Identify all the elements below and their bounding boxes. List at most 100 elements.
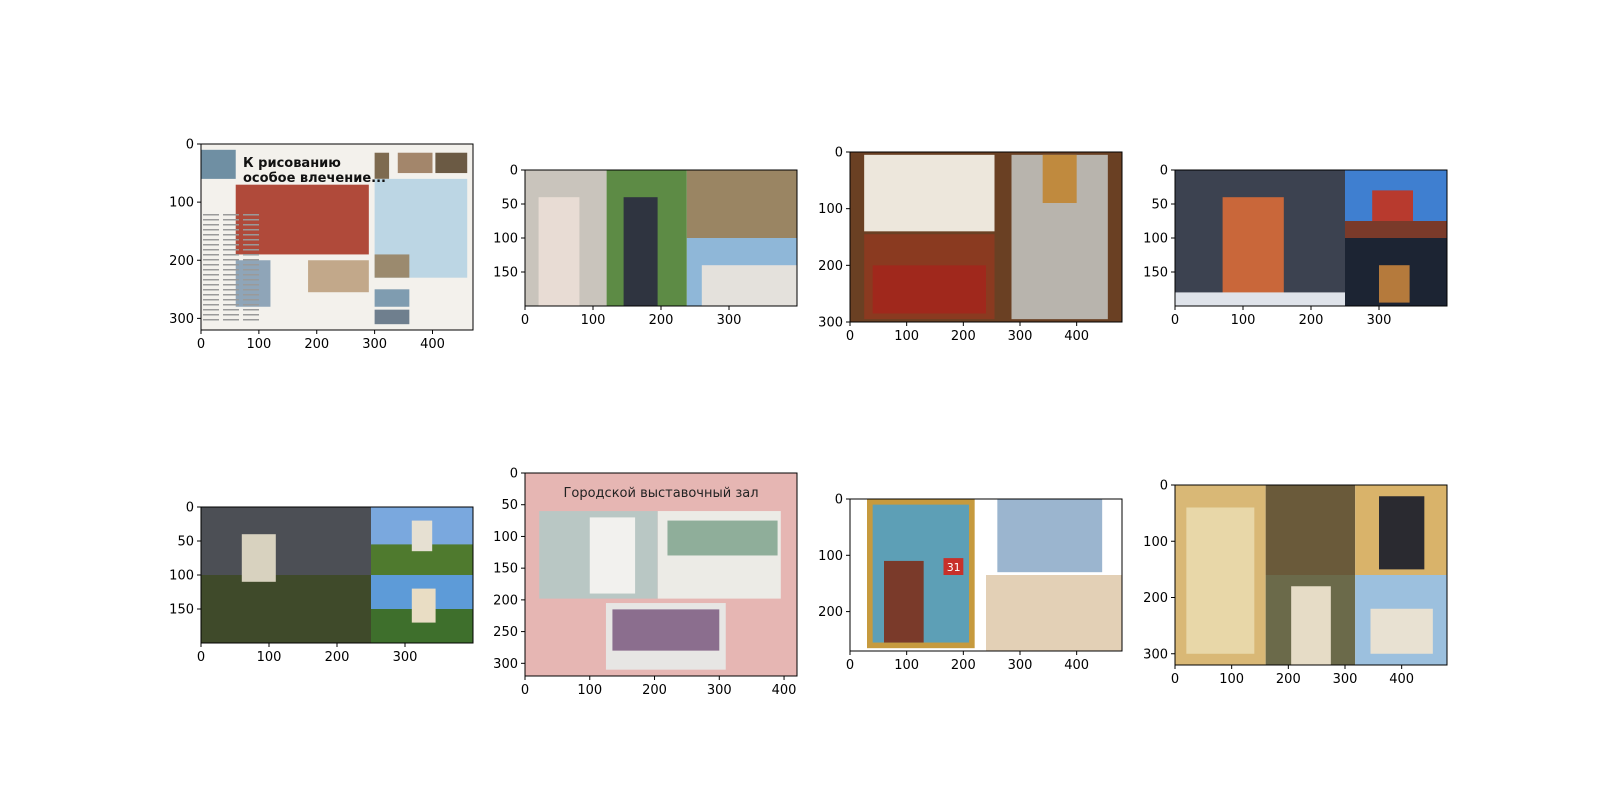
y-tick-label: 50 [177, 535, 194, 550]
x-tick-label: 0 [521, 683, 529, 698]
image-region-photo [374, 309, 410, 325]
y-tick-label: 250 [493, 625, 518, 640]
text-line [223, 219, 239, 221]
text-line [243, 259, 259, 261]
y-tick-label: 150 [1143, 266, 1168, 281]
x-tick-label: 400 [1064, 329, 1089, 344]
subplot-2: 0 100 200 300 0 50 100 150 [493, 164, 798, 328]
y-tick-label: 100 [818, 202, 843, 217]
text-line [223, 284, 239, 286]
image-region-photo [1222, 197, 1284, 303]
y-tick-label: 0 [186, 501, 194, 516]
image-region-card [986, 575, 1122, 651]
y-tick-label: 150 [169, 603, 194, 618]
y-tick-label: 300 [818, 316, 843, 331]
text-line [243, 249, 259, 251]
image-region-photo [201, 575, 371, 643]
text-line [243, 224, 259, 226]
image-caption: Городской выставочный зал [563, 486, 758, 501]
y-tick-label: 100 [493, 530, 518, 545]
image-region-photo [667, 520, 778, 556]
subplot-image [850, 152, 1122, 322]
text-line [243, 229, 259, 231]
x-tick-label: 0 [521, 313, 529, 328]
x-tick-label: 100 [257, 650, 282, 665]
x-tick-label: 400 [420, 337, 445, 352]
subplot-7: 31 0 100 200 300 400 0 100 200 [818, 493, 1123, 673]
text-line [203, 254, 219, 256]
x-tick-label: 0 [846, 329, 854, 344]
text-line [243, 284, 259, 286]
x-tick-label: 400 [1389, 672, 1414, 687]
text-line [223, 214, 239, 216]
image-region-card [997, 499, 1103, 573]
x-tick-label: 0 [1171, 672, 1179, 687]
y-tick-label: 0 [186, 138, 194, 153]
y-tick-label: 200 [169, 254, 194, 269]
y-tick-label: 100 [818, 549, 843, 564]
text-line [203, 214, 219, 216]
text-line [223, 279, 239, 281]
y-tick-label: 50 [501, 498, 518, 513]
text-line [203, 244, 219, 246]
x-tick-label: 100 [581, 313, 606, 328]
y-tick-label: 150 [493, 266, 518, 281]
x-tick-label: 100 [1231, 313, 1256, 328]
text-line [223, 299, 239, 301]
text-line [203, 229, 219, 231]
x-tick-label: 300 [707, 683, 732, 698]
y-tick-label: 100 [493, 232, 518, 247]
text-line [203, 269, 219, 271]
image-region-photo [864, 154, 995, 232]
text-line [203, 314, 219, 316]
text-line [223, 269, 239, 271]
image-region-photo [308, 260, 369, 293]
text-line [243, 279, 259, 281]
x-tick-label: 300 [1333, 672, 1358, 687]
text-line [223, 249, 239, 251]
text-line [223, 259, 239, 261]
x-tick-label: 100 [894, 329, 919, 344]
text-line [223, 294, 239, 296]
x-tick-label: 200 [642, 683, 667, 698]
subplot-image [1175, 170, 1447, 306]
x-tick-label: 300 [393, 650, 418, 665]
image-region-photo [1186, 507, 1255, 654]
text-line [223, 224, 239, 226]
text-line [243, 234, 259, 236]
image-region-photo [612, 609, 720, 651]
text-line [223, 239, 239, 241]
x-tick-label: 200 [951, 658, 976, 673]
image-region-photo [589, 517, 636, 594]
text-line [243, 264, 259, 266]
image-region-photo [1265, 485, 1356, 575]
subplot-image [525, 170, 797, 306]
text-line [203, 259, 219, 261]
subplot-8: 0 100 200 300 400 0 100 200 300 [1143, 479, 1448, 687]
subplot-6: Городской выставочный зал 0 100 200 300 400 0 5… [493, 467, 798, 698]
text-line [243, 319, 259, 321]
text-line [203, 224, 219, 226]
image-region-photo [374, 254, 410, 278]
x-tick-label: 0 [1171, 313, 1179, 328]
subplot-4: 0 100 200 300 0 50 100 150 [1143, 164, 1448, 328]
x-tick-label: 300 [1008, 329, 1033, 344]
text-line [223, 274, 239, 276]
text-line [223, 254, 239, 256]
text-line [203, 294, 219, 296]
text-line [223, 309, 239, 311]
text-line [243, 244, 259, 246]
x-tick-label: 0 [846, 658, 854, 673]
image-region-photo [435, 152, 468, 174]
image-region-photo [1345, 221, 1447, 238]
y-tick-label: 100 [169, 569, 194, 584]
text-line [203, 249, 219, 251]
text-line [223, 229, 239, 231]
y-tick-label: 150 [493, 562, 518, 577]
image-region-photo [623, 197, 658, 306]
image-region-photo [538, 197, 580, 306]
x-tick-label: 300 [362, 337, 387, 352]
text-line [243, 309, 259, 311]
y-tick-label: 100 [1143, 232, 1168, 247]
x-tick-label: 200 [304, 337, 329, 352]
